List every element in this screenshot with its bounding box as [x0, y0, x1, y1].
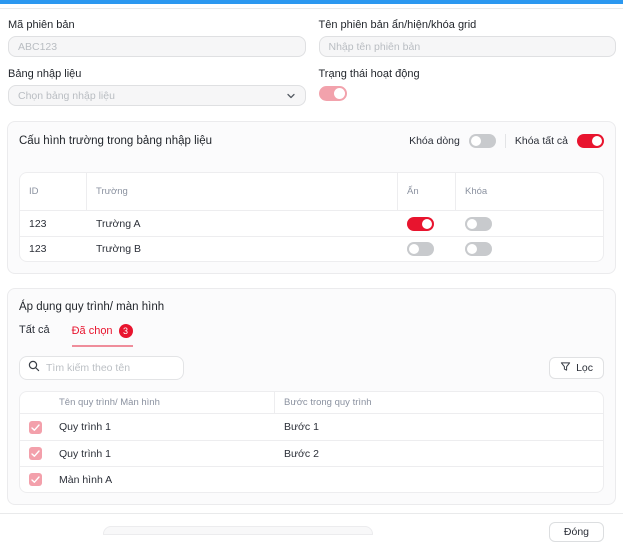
toggle-knob [592, 136, 602, 146]
top-accent-bar [0, 0, 623, 4]
lock-toggle[interactable] [465, 217, 492, 231]
bang-nhap-lieu-select[interactable]: Chọn bảng nhập liệu [8, 85, 306, 106]
field-ma-phien-ban: Mã phiên bản [8, 19, 306, 57]
col-header-id: ID [20, 173, 87, 211]
table-row: Quy trình 1 Bước 1 [20, 414, 603, 440]
row-checkbox-checked[interactable] [29, 447, 42, 460]
toggle-knob [422, 219, 432, 229]
field-label: Mã phiên bản [8, 19, 306, 31]
field-trang-thai: Trạng thái hoạt động [319, 68, 617, 106]
field-ten-phien-ban: Tên phiên bản ẩn/hiện/khóa grid [319, 19, 617, 57]
row-checkbox-checked[interactable] [29, 473, 42, 486]
table-row: Quy trình 1 Bước 2 [20, 440, 603, 466]
tab-tat-ca[interactable]: Tất cả [19, 324, 50, 347]
tab-da-chon[interactable]: Đã chọn 3 [72, 324, 133, 347]
tab-bar: Tất cả Đã chọn 3 [19, 324, 133, 347]
lock-row-toggle[interactable] [469, 134, 496, 148]
toggle-knob [409, 244, 419, 254]
col-header-step: Bước trong quy trình [275, 392, 603, 414]
process-table: Tên quy trình/ Màn hình Bước trong quy t… [19, 391, 604, 493]
toggle-knob [467, 244, 477, 254]
cell-name: Quy trình 1 [50, 440, 275, 466]
ten-phien-ban-input[interactable] [319, 36, 617, 57]
field-config-table: ID Trường Ẩn Khóa 123 Trường A 123 Trườn… [19, 172, 604, 262]
field-label: Tên phiên bản ẩn/hiện/khóa grid [319, 19, 617, 31]
process-section-title: Áp dụng quy trình/ màn hình [19, 301, 604, 313]
search-icon [28, 359, 40, 377]
hide-toggle[interactable] [407, 217, 434, 231]
cell-field: Trường B [87, 236, 398, 261]
trang-thai-toggle[interactable] [319, 86, 347, 101]
col-header-field: Trường [87, 173, 398, 211]
col-header-hide: Ẩn [398, 173, 456, 211]
table-row: 123 Trường A [20, 211, 603, 236]
field-label: Bảng nhập liệu [8, 68, 306, 80]
table-row: 123 Trường B [20, 236, 603, 261]
table-row: Màn hình A [20, 466, 603, 492]
filter-label: Lọc [576, 362, 593, 374]
toggle-knob [471, 136, 481, 146]
col-header-lock: Khóa [456, 173, 603, 211]
process-apply-card: Áp dụng quy trình/ màn hình Tất cả Đã ch… [7, 288, 616, 505]
table-header-row: ID Trường Ẩn Khóa [20, 173, 603, 211]
chevron-down-icon [286, 91, 296, 101]
lock-row-label: Khóa dòng [409, 135, 460, 147]
col-header-checkbox [20, 392, 50, 414]
table-header-row: Tên quy trình/ Màn hình Bước trong quy t… [20, 392, 603, 414]
cell-name: Quy trình 1 [50, 414, 275, 440]
filter-icon [560, 361, 571, 375]
lock-all-toggle[interactable] [577, 134, 604, 148]
search-input[interactable] [46, 362, 175, 374]
row-checkbox-checked[interactable] [29, 421, 42, 434]
field-config-title: Cấu hình trường trong bảng nhập liệu [19, 135, 212, 147]
ma-phien-ban-input[interactable] [8, 36, 306, 57]
close-button[interactable]: Đóng [549, 522, 604, 542]
cell-id: 123 [20, 236, 87, 261]
select-placeholder: Chọn bảng nhập liệu [18, 90, 115, 102]
cell-step: Bước 2 [275, 440, 603, 466]
field-label: Trạng thái hoạt động [319, 68, 617, 80]
bottom-peek-panel [103, 526, 373, 535]
cell-name: Màn hình A [50, 466, 275, 492]
toggle-knob [467, 219, 477, 229]
cell-field: Trường A [87, 211, 398, 236]
field-config-card: Cấu hình trường trong bảng nhập liệu Khó… [7, 121, 616, 274]
cell-id: 123 [20, 211, 87, 236]
toggle-knob [334, 88, 345, 99]
cell-step [275, 466, 603, 492]
controls-divider [505, 134, 506, 148]
lock-all-label: Khóa tất cả [515, 135, 568, 147]
hide-toggle[interactable] [407, 242, 434, 256]
field-bang-nhap-lieu: Bảng nhập liệu Chọn bảng nhập liệu [8, 68, 306, 106]
selected-count-badge: 3 [119, 324, 133, 338]
version-form: Mã phiên bản Tên phiên bản ẩn/hiện/khóa … [0, 9, 623, 106]
search-input-wrapper [19, 356, 184, 380]
col-header-name: Tên quy trình/ Màn hình [50, 392, 275, 414]
filter-button[interactable]: Lọc [549, 357, 604, 379]
cell-step: Bước 1 [275, 414, 603, 440]
lock-toggle[interactable] [465, 242, 492, 256]
tab-label: Đã chọn [72, 325, 113, 337]
